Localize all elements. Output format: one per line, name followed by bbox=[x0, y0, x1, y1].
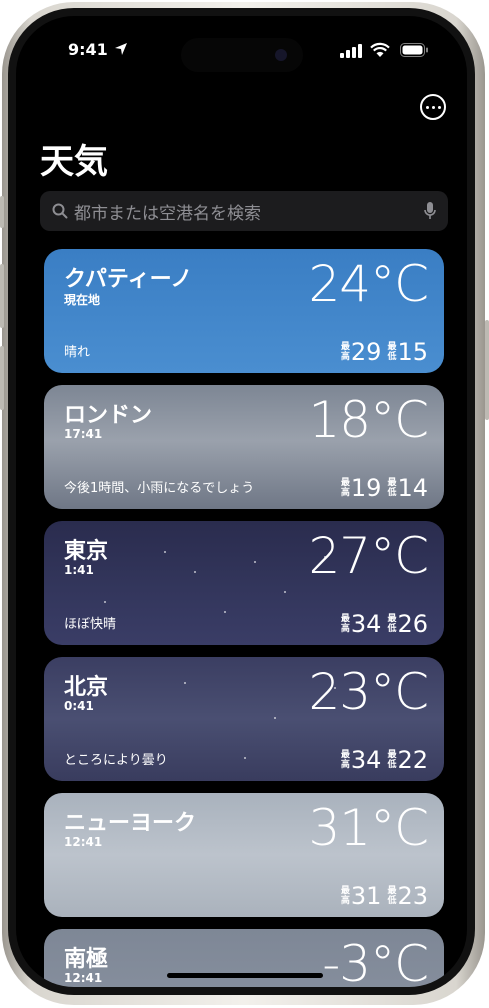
battery-icon bbox=[400, 43, 428, 57]
power-button bbox=[485, 320, 489, 420]
low-temp: 15 bbox=[397, 338, 428, 366]
high-label: 最高 bbox=[340, 478, 350, 498]
low-temp: 14 bbox=[397, 474, 428, 502]
high-low: 最高 19 最低 14 bbox=[341, 475, 428, 501]
home-indicator[interactable] bbox=[167, 973, 323, 978]
low-label: 最低 bbox=[387, 614, 397, 634]
condition: 晴れ bbox=[64, 345, 91, 360]
dynamic-island bbox=[181, 38, 303, 72]
search-input[interactable]: 都市または空港名を検索 bbox=[74, 199, 424, 224]
condition: 今後1時間、小雨になるでしょう bbox=[64, 481, 255, 496]
page-title: 天気 bbox=[40, 142, 108, 182]
city-card-beijing[interactable]: 北京 0:41 23°C ところにより曇り 最高 34 最低 22 bbox=[44, 657, 444, 781]
high-label: 最高 bbox=[340, 342, 350, 362]
status-time: 9:41 bbox=[68, 40, 108, 59]
location-arrow-icon bbox=[115, 43, 127, 55]
camera-lens bbox=[275, 49, 287, 61]
current-temperature: 18°C bbox=[308, 391, 429, 449]
city-subtitle: 17:41 bbox=[64, 427, 103, 441]
wifi-icon bbox=[370, 42, 390, 57]
cellular-signal-icon bbox=[340, 44, 362, 58]
volume-up-button bbox=[0, 264, 4, 328]
high-temp: 19 bbox=[350, 474, 382, 502]
low-label: 最低 bbox=[387, 750, 397, 770]
high-label: 最高 bbox=[340, 750, 350, 770]
city-name: 南極 bbox=[64, 947, 109, 972]
low-temp: 22 bbox=[397, 746, 428, 774]
city-name: クパティーノ bbox=[64, 267, 193, 292]
high-low: 最高 34 最低 26 bbox=[341, 611, 428, 637]
city-card-tokyo[interactable]: 東京 1:41 27°C ほぼ快晴 最高 34 最低 26 bbox=[44, 521, 444, 645]
low-label: 最低 bbox=[387, 886, 397, 906]
city-name: 東京 bbox=[64, 539, 109, 564]
high-temp: 31 bbox=[350, 882, 382, 910]
low-temp: 26 bbox=[397, 610, 428, 638]
current-temperature: 27°C bbox=[308, 527, 429, 585]
search-icon bbox=[52, 203, 68, 219]
high-temp: 34 bbox=[350, 610, 382, 638]
high-temp: 34 bbox=[350, 746, 382, 774]
action-button bbox=[0, 196, 4, 228]
city-subtitle: 1:41 bbox=[64, 563, 94, 577]
current-temperature: 24°C bbox=[308, 255, 429, 313]
high-low: 最高 34 最低 22 bbox=[341, 747, 428, 773]
city-subtitle: 0:41 bbox=[64, 699, 94, 713]
condition: ほぼ快晴 bbox=[64, 617, 117, 632]
low-label: 最低 bbox=[387, 478, 397, 498]
high-low: 最高 31 最低 23 bbox=[341, 883, 428, 909]
city-card-cupertino[interactable]: クパティーノ 現在地 24°C 晴れ 最高 29 最低 15 bbox=[44, 249, 444, 373]
city-card-antarctica[interactable]: 南極 12:41 -3°C bbox=[44, 929, 444, 987]
high-low: 最高 29 最低 15 bbox=[341, 339, 428, 365]
high-label: 最高 bbox=[340, 886, 350, 906]
volume-down-button bbox=[0, 346, 4, 410]
city-name: 北京 bbox=[64, 675, 109, 700]
more-options-button[interactable] bbox=[420, 94, 446, 120]
low-label: 最低 bbox=[387, 342, 397, 362]
city-subtitle: 現在地 bbox=[64, 293, 101, 307]
condition: ところにより曇り bbox=[64, 753, 168, 768]
screen: 9:41 天気 都市または空港名を検索 クパティーノ 現在地 24°C 晴れ 最… bbox=[16, 16, 467, 987]
city-name: ニューヨーク bbox=[64, 811, 197, 836]
current-temperature: 23°C bbox=[308, 663, 429, 721]
current-temperature: -3°C bbox=[322, 935, 429, 987]
city-subtitle: 12:41 bbox=[64, 971, 103, 985]
city-card-new-york[interactable]: ニューヨーク 12:41 31°C 最高 31 最低 23 bbox=[44, 793, 444, 917]
low-temp: 23 bbox=[397, 882, 428, 910]
high-label: 最高 bbox=[340, 614, 350, 634]
search-field[interactable]: 都市または空港名を検索 bbox=[40, 191, 448, 231]
high-temp: 29 bbox=[350, 338, 382, 366]
microphone-icon[interactable] bbox=[424, 202, 436, 220]
city-card-london[interactable]: ロンドン 17:41 18°C 今後1時間、小雨になるでしょう 最高 19 最低1… bbox=[44, 385, 444, 509]
city-name: ロンドン bbox=[64, 403, 153, 428]
city-subtitle: 12:41 bbox=[64, 835, 103, 849]
current-temperature: 31°C bbox=[308, 799, 429, 857]
